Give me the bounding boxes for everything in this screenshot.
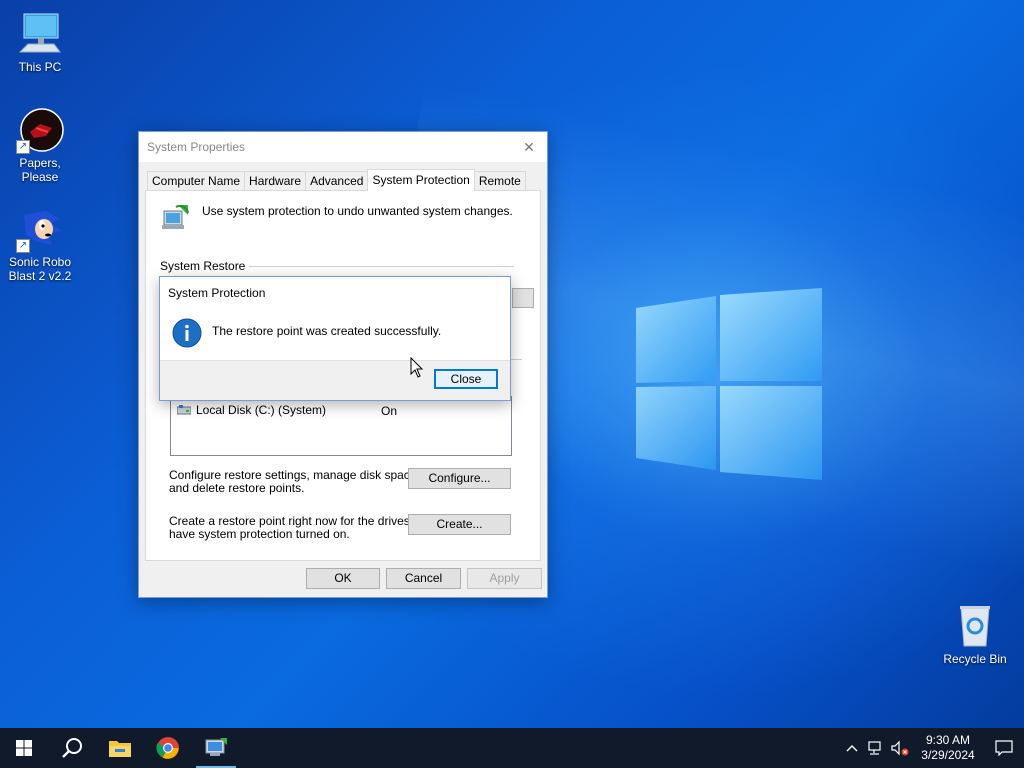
tab-remote[interactable]: Remote <box>473 171 526 191</box>
search-button[interactable] <box>48 728 96 768</box>
group-divider <box>238 266 514 267</box>
dialog-footer: Close <box>160 360 510 400</box>
tab-system-protection[interactable]: System Protection <box>367 169 475 191</box>
dialog-message: The restore point was created successful… <box>212 324 442 338</box>
chrome-icon <box>156 737 179 759</box>
action-center-button[interactable] <box>984 728 1024 768</box>
desktop-icon-label: This PC <box>18 60 62 74</box>
network-icon[interactable] <box>864 728 888 768</box>
tab-advanced[interactable]: Advanced <box>305 171 369 191</box>
configure-description: Configure restore settings, manage disk … <box>169 469 420 495</box>
protection-drives-list[interactable]: Local Disk (C:) (System) On <box>170 396 512 456</box>
start-button[interactable] <box>0 728 48 768</box>
system-restore-label: System Restore <box>160 259 250 273</box>
tab-strip: Computer Name Hardware Advanced System P… <box>147 169 526 191</box>
cancel-button[interactable]: Cancel <box>386 568 461 589</box>
ok-button[interactable]: OK <box>306 568 380 589</box>
drive-name: Local Disk (C:) (System) <box>196 403 327 417</box>
system-protection-icon <box>162 204 189 229</box>
configure-description-line: and delete restore points. <box>169 481 305 495</box>
desktop-icon-this-pc[interactable]: This PC <box>0 10 80 74</box>
clock-time: 9:30 AM <box>925 733 971 747</box>
start-icon <box>16 740 32 756</box>
volume-muted-icon[interactable] <box>888 728 912 768</box>
windows-wallpaper-logo <box>636 288 822 480</box>
notification-icon <box>995 740 1013 756</box>
close-icon[interactable]: ✕ <box>519 137 539 157</box>
system-properties-taskbar-button[interactable] <box>192 728 240 768</box>
drive-row[interactable]: Local Disk (C:) (System) <box>177 403 326 417</box>
info-icon <box>172 318 202 348</box>
desktop-icon-recycle-bin[interactable]: Recycle Bin <box>935 602 1015 666</box>
create-button[interactable]: Create... <box>408 514 511 535</box>
papers-please-icon: ↗ <box>16 106 64 154</box>
title-bar[interactable]: System Properties ✕ <box>139 132 547 162</box>
recycle-bin-icon <box>951 602 999 650</box>
desktop-icon-label: Sonic Robo Blast 2 v2.2 <box>8 255 72 283</box>
shortcut-arrow-icon: ↗ <box>16 239 30 253</box>
tab-computer-name[interactable]: Computer Name <box>147 171 246 191</box>
system-tray: 9:30 AM 3/29/2024 <box>840 728 1024 768</box>
intro-text: Use system protection to undo unwanted s… <box>202 204 513 218</box>
mouse-cursor-icon <box>410 357 424 378</box>
local-disk-icon <box>177 405 191 415</box>
file-explorer-button[interactable] <box>96 728 144 768</box>
desktop-icon-label: Recycle Bin <box>943 652 1007 666</box>
file-explorer-icon <box>109 741 131 757</box>
taskbar: 9:30 AM 3/29/2024 <box>0 728 1024 768</box>
dialog-title: System Protection <box>168 286 266 300</box>
shortcut-arrow-icon: ↗ <box>16 140 30 154</box>
close-button[interactable]: Close <box>434 369 498 389</box>
show-hidden-icons-chevron-up-icon[interactable] <box>840 728 864 768</box>
desktop-icon-label: Papers, Please <box>19 156 61 184</box>
this-pc-icon <box>16 10 64 58</box>
clock-date: 3/29/2024 <box>921 748 975 762</box>
system-protection-message-dialog: System Protection The restore point was … <box>159 276 511 401</box>
system-properties-icon <box>205 738 227 756</box>
chrome-button[interactable] <box>144 728 192 768</box>
create-description-line: have system protection turned on. <box>169 527 350 541</box>
create-description: Create a restore point right now for the… <box>169 515 433 541</box>
tab-hardware[interactable]: Hardware <box>244 171 307 191</box>
drive-protection-status: On <box>381 404 398 418</box>
desktop-icon-sonic-robo-blast[interactable]: ↗ Sonic Robo Blast 2 v2.2 <box>0 205 80 283</box>
apply-button[interactable]: Apply <box>467 568 542 589</box>
configure-button[interactable]: Configure... <box>408 468 511 489</box>
desktop-icon-papers-please[interactable]: ↗ Papers, Please <box>0 106 80 184</box>
window-title: System Properties <box>147 140 246 154</box>
search-icon <box>62 738 82 758</box>
sonic-icon: ↗ <box>16 205 64 253</box>
clock[interactable]: 9:30 AM 3/29/2024 <box>912 733 984 763</box>
system-restore-button[interactable] <box>512 288 534 308</box>
